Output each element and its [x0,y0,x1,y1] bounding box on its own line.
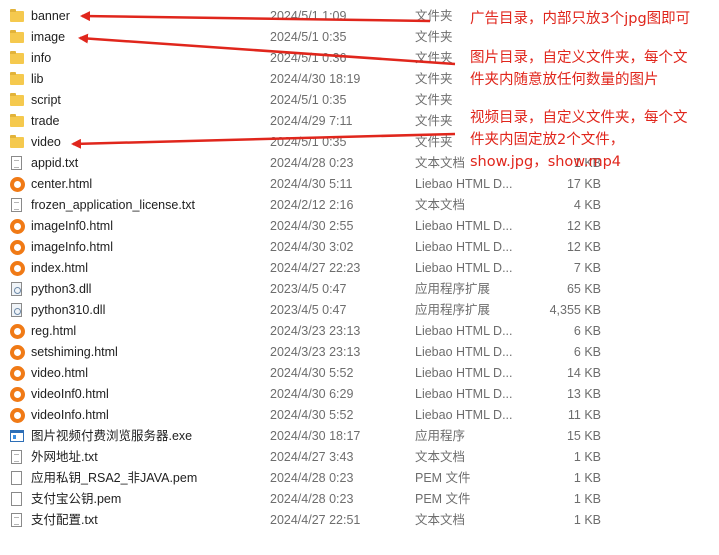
banner-annotation: 广告目录，内部只放3个jpg图即可 [470,8,690,30]
video-arrow [71,132,456,149]
image-arrow [78,33,456,66]
image-annotation-line1: 图片目录，自定义文件夹，每个文 [470,50,688,66]
video-annotation-line1: 视频目录，自定义文件夹，每个文 [470,110,688,126]
image-annotation: 图片目录，自定义文件夹，每个文 件夹内随意放任何数量的图片 [470,47,688,91]
image-annotation-line2: 件夹内随意放任何数量的图片 [470,72,659,88]
video-annotation-line2: 件夹内固定放2个文件， [470,132,625,148]
banner-annotation-text: 广告目录，内部只放3个jpg图即可 [470,11,691,27]
video-annotation-line3: show.jpg，show.mp4 [470,154,621,170]
video-annotation: 视频目录，自定义文件夹，每个文 件夹内固定放2个文件， show.jpg，sho… [470,107,688,173]
banner-arrow [80,11,431,23]
